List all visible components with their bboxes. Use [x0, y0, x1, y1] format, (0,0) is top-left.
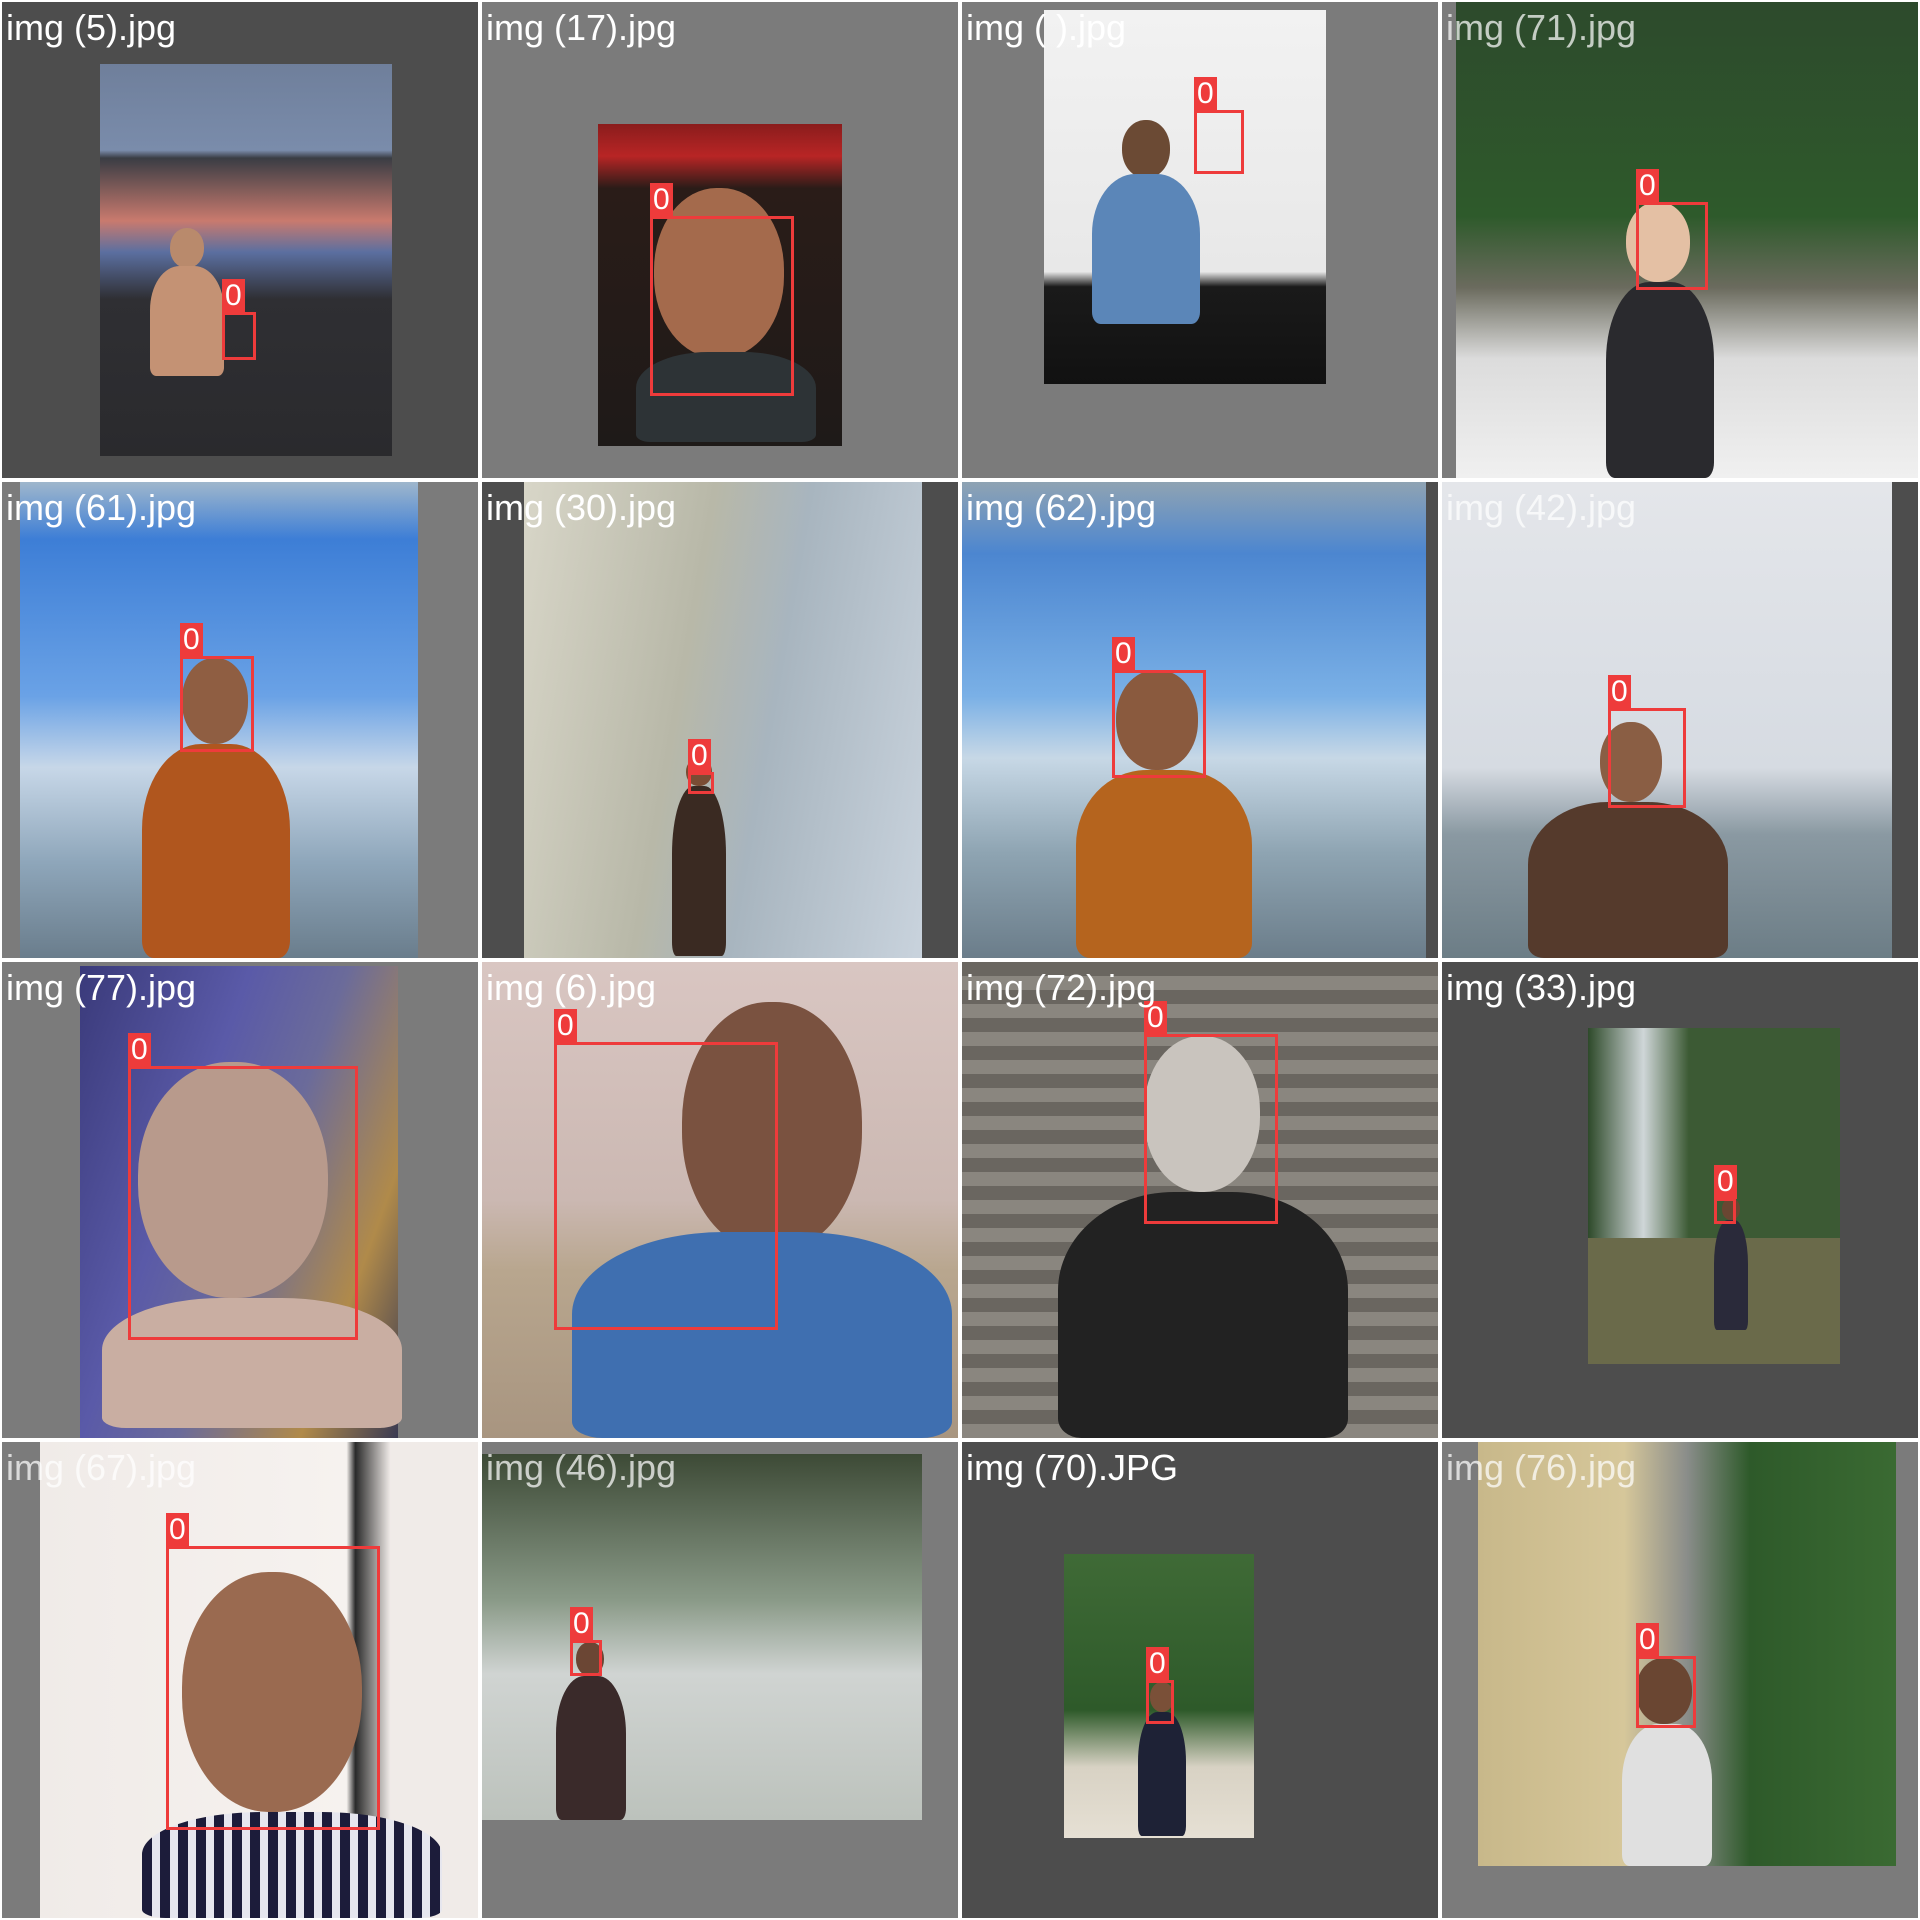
tile-img-unknown[interactable]: 0 img ( ).jpg — [962, 2, 1438, 478]
tile-img-67[interactable]: 0 img (67).jpg — [2, 1442, 478, 1918]
photo — [100, 64, 392, 456]
photo — [482, 1454, 922, 1820]
detection-box[interactable]: 0 — [1146, 1647, 1174, 1724]
detection-box[interactable]: 0 — [180, 623, 254, 752]
detection-label: 0 — [554, 1009, 577, 1043]
tile-img-77[interactable]: 0 img (77).jpg — [2, 962, 478, 1438]
detection-box[interactable]: 0 — [688, 739, 714, 794]
detection-label: 0 — [1146, 1647, 1169, 1681]
tile-img-42[interactable]: 0 img (42).jpg — [1442, 482, 1918, 958]
detection-box[interactable]: 0 — [554, 1009, 778, 1330]
detection-box[interactable]: 0 — [1194, 77, 1244, 174]
tile-img-71[interactable]: 0 img (71).jpg — [1442, 2, 1918, 478]
detection-label: 0 — [222, 279, 245, 313]
tile-img-61[interactable]: 0 img (61).jpg — [2, 482, 478, 958]
detection-box[interactable]: 0 — [1636, 1623, 1696, 1728]
filename-label: img (17).jpg — [486, 7, 677, 48]
detection-box[interactable]: 0 — [166, 1513, 380, 1830]
image-grid: 0 img (5).jpg 0 img (17).jpg 0 img ( ).j… — [0, 0, 1920, 1920]
tile-img-5[interactable]: 0 img (5).jpg — [2, 2, 478, 478]
tile-img-33[interactable]: 0 img (33).jpg — [1442, 962, 1918, 1438]
detection-box[interactable]: 0 — [1714, 1165, 1737, 1224]
detection-box[interactable]: 0 — [1636, 169, 1708, 290]
detection-box[interactable]: 0 — [128, 1033, 358, 1340]
tile-img-72[interactable]: 0 img (72).jpg — [962, 962, 1438, 1438]
detection-label: 0 — [180, 623, 203, 657]
filename-label: img (70).JPG — [966, 1447, 1179, 1488]
detection-label: 0 — [570, 1607, 593, 1641]
tile-img-30[interactable]: 0 img (30).jpg — [482, 482, 958, 958]
detection-label: 0 — [128, 1033, 151, 1067]
detection-box[interactable]: 0 — [1608, 675, 1686, 808]
detection-box[interactable]: 0 — [570, 1607, 602, 1676]
detection-label: 0 — [1636, 169, 1659, 203]
tile-img-46[interactable]: 0 img (46).jpg — [482, 1442, 958, 1918]
detection-box[interactable]: 0 — [1112, 637, 1206, 778]
filename-label: img (5).jpg — [6, 7, 177, 48]
detection-box[interactable]: 0 — [650, 183, 794, 396]
detection-label: 0 — [650, 183, 673, 217]
detection-label: 0 — [1112, 637, 1135, 671]
detection-label: 0 — [1714, 1165, 1737, 1199]
tile-img-76[interactable]: 0 img (76).jpg — [1442, 1442, 1918, 1918]
detection-box[interactable]: 0 — [222, 279, 256, 360]
detection-label: 0 — [1194, 77, 1217, 111]
detection-label: 0 — [1636, 1623, 1659, 1657]
detection-box[interactable]: 0 — [1144, 1001, 1278, 1224]
tile-img-17[interactable]: 0 img (17).jpg — [482, 2, 958, 478]
detection-label: 0 — [688, 739, 711, 773]
detection-label: 0 — [1608, 675, 1631, 709]
detection-label: 0 — [166, 1513, 189, 1547]
filename-label: img (33).jpg — [1446, 967, 1637, 1008]
detection-label: 0 — [1144, 1001, 1167, 1035]
tile-img-62[interactable]: 0 img (62).jpg — [962, 482, 1438, 958]
tile-img-6[interactable]: 0 img (6).jpg — [482, 962, 958, 1438]
tile-img-70[interactable]: 0 img (70).JPG — [962, 1442, 1438, 1918]
